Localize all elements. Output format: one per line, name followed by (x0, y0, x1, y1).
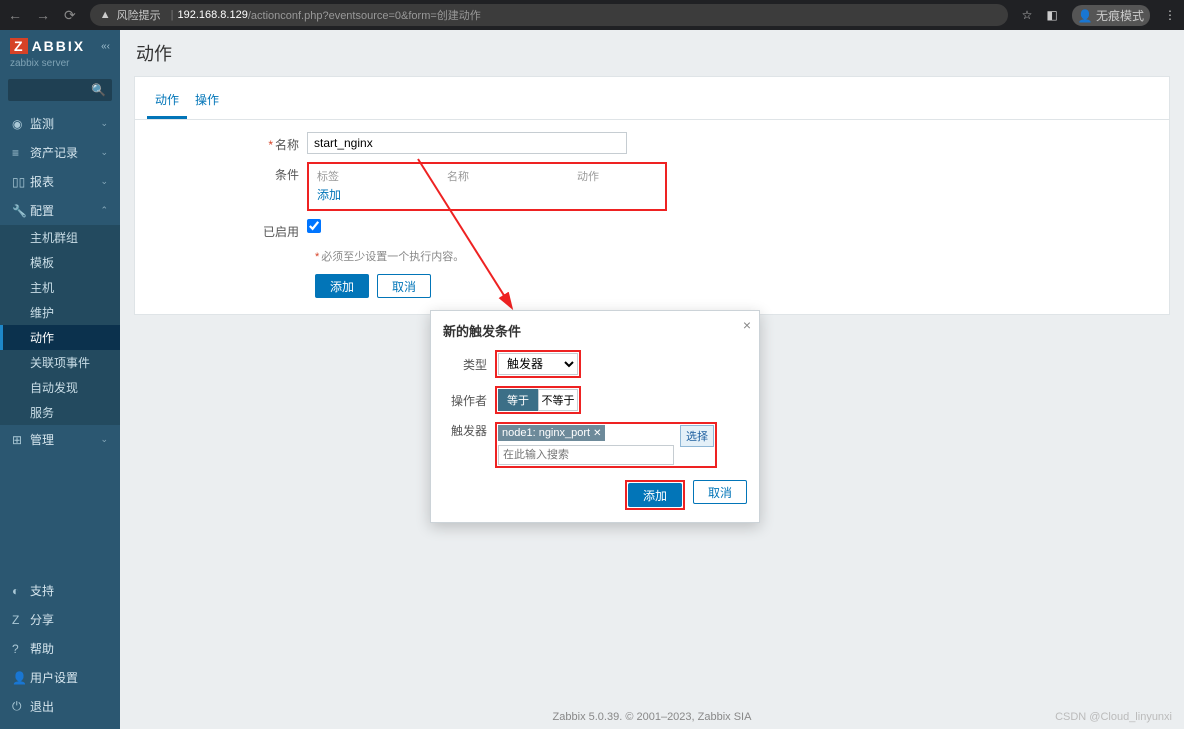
form-cancel-button[interactable]: 取消 (377, 274, 431, 298)
chevron-down-icon: ⌄ (100, 176, 108, 187)
tab-action[interactable]: 动作 (147, 83, 187, 119)
form-note: *必须至少设置一个执行内容。 (315, 248, 1157, 264)
help-icon: ? (12, 642, 30, 656)
conditions-box: 标签 名称 动作 添加 (307, 162, 667, 211)
nav-share[interactable]: Z分享 (0, 605, 120, 634)
nav-monitor[interactable]: ◉监测⌄ (0, 109, 120, 138)
label-name: 名称 (275, 138, 299, 152)
eye-icon: ◉ (12, 117, 30, 131)
url-host: 192.168.8.129 (177, 9, 247, 21)
cond-col-action: 动作 (577, 168, 599, 184)
nav-usersettings[interactable]: 👤用户设置 (0, 663, 120, 692)
nav-support[interactable]: ◐支持 (0, 576, 120, 605)
list-icon: ≡ (12, 146, 30, 160)
nav-discovery[interactable]: 自动发现 (0, 375, 120, 400)
search-icon[interactable]: 🔍 (91, 83, 106, 97)
label-type: 类型 (443, 356, 495, 373)
form-panel: 动作 操作 *名称 条件 标签 名称 动作 (134, 76, 1170, 315)
back-icon[interactable]: ← (8, 7, 22, 23)
menu-icon[interactable]: ⋮ (1164, 8, 1176, 22)
nav-maintenance[interactable]: 维护 (0, 300, 120, 325)
footer-text: Zabbix 5.0.39. © 2001–2023, Zabbix SIA (120, 711, 1184, 723)
nav-templates[interactable]: 模板 (0, 250, 120, 275)
trigger-search-input[interactable] (498, 445, 674, 465)
enabled-checkbox[interactable] (307, 219, 321, 233)
url-path: /actionconf.php?eventsource=0&form=创建动作 (248, 7, 481, 23)
sidebar: ZABBIX «‹ zabbix server 🔍 ◉监测⌄ ≡资产记录⌄ ▯▯… (0, 30, 120, 729)
label-enabled: 已启用 (263, 225, 299, 239)
form-add-button[interactable]: 添加 (315, 274, 369, 298)
trigger-tag[interactable]: node1: nginx_port✕ (498, 425, 605, 441)
nav-hosts[interactable]: 主机 (0, 275, 120, 300)
share-icon: Z (12, 613, 30, 627)
reload-icon[interactable]: ⟳ (64, 7, 76, 24)
modal-cancel-button[interactable]: 取消 (693, 480, 747, 504)
page-title: 动作 (120, 30, 1184, 70)
cond-col-label: 标签 (317, 168, 447, 184)
nav-signout[interactable]: ⏻退出 (0, 692, 120, 721)
server-label: zabbix server (0, 58, 120, 75)
panel-icon[interactable]: ◧ (1046, 8, 1057, 22)
nav-correlation[interactable]: 关联项事件 (0, 350, 120, 375)
incognito-badge: 👤 无痕模式 (1072, 5, 1150, 26)
logo-mark: Z (10, 38, 28, 54)
warning-icon: ▲ (100, 9, 111, 21)
chevron-up-icon: ⌃ (100, 205, 108, 216)
trigger-condition-modal: × 新的触发条件 类型 触发器 操作者 等于 不等于 触发器 node1: ng… (430, 310, 760, 523)
nav-services[interactable]: 服务 (0, 400, 120, 425)
remove-tag-icon[interactable]: ✕ (593, 428, 601, 439)
type-select[interactable]: 触发器 (498, 353, 578, 375)
nav-inventory[interactable]: ≡资产记录⌄ (0, 138, 120, 167)
warning-text: 风险提示 (117, 7, 161, 23)
tab-operation[interactable]: 操作 (187, 83, 227, 119)
nav-reports[interactable]: ▯▯报表⌄ (0, 167, 120, 196)
browser-chrome: ← → ⟳ ▲ 风险提示 | 192.168.8.129 /actionconf… (0, 0, 1184, 30)
support-icon: ◐ (12, 584, 30, 598)
nav-admin[interactable]: ⊞管理⌄ (0, 425, 120, 454)
star-icon[interactable]: ☆ (1022, 8, 1033, 22)
select-trigger-button[interactable]: 选择 (680, 425, 714, 447)
modal-title: 新的触发条件 (443, 321, 747, 340)
nav-help[interactable]: ?帮助 (0, 634, 120, 663)
nav-hostgroups[interactable]: 主机群组 (0, 225, 120, 250)
forward-icon[interactable]: → (36, 7, 50, 23)
logo[interactable]: ZABBIX «‹ (10, 38, 110, 54)
chevron-down-icon: ⌄ (100, 434, 108, 445)
chevron-down-icon: ⌄ (100, 147, 108, 158)
label-conditions: 条件 (275, 168, 299, 182)
op-equal-button[interactable]: 等于 (498, 389, 538, 411)
label-trigger: 触发器 (443, 422, 495, 439)
op-notequal-button[interactable]: 不等于 (538, 389, 578, 411)
name-input[interactable] (307, 132, 627, 154)
wrench-icon: 🔧 (12, 204, 30, 218)
url-bar[interactable]: ▲ 风险提示 | 192.168.8.129 /actionconf.php?e… (90, 4, 1008, 26)
nav-actions[interactable]: 动作 (0, 325, 120, 350)
watermark: CSDN @Cloud_linyunxi (1055, 711, 1172, 723)
chevron-down-icon: ⌄ (100, 118, 108, 129)
user-icon: 👤 (12, 671, 30, 685)
collapse-icon[interactable]: «‹ (101, 41, 110, 52)
modal-add-button[interactable]: 添加 (628, 483, 682, 507)
logo-text: ABBIX (32, 38, 86, 54)
condition-add-link[interactable]: 添加 (317, 186, 341, 203)
close-icon[interactable]: × (743, 317, 751, 333)
gear-icon: ⊞ (12, 433, 30, 447)
cond-col-name: 名称 (447, 168, 577, 184)
chart-icon: ▯▯ (12, 175, 30, 189)
power-icon: ⏻ (12, 699, 30, 714)
label-operator: 操作者 (443, 392, 495, 409)
nav-config[interactable]: 🔧配置⌃ (0, 196, 120, 225)
